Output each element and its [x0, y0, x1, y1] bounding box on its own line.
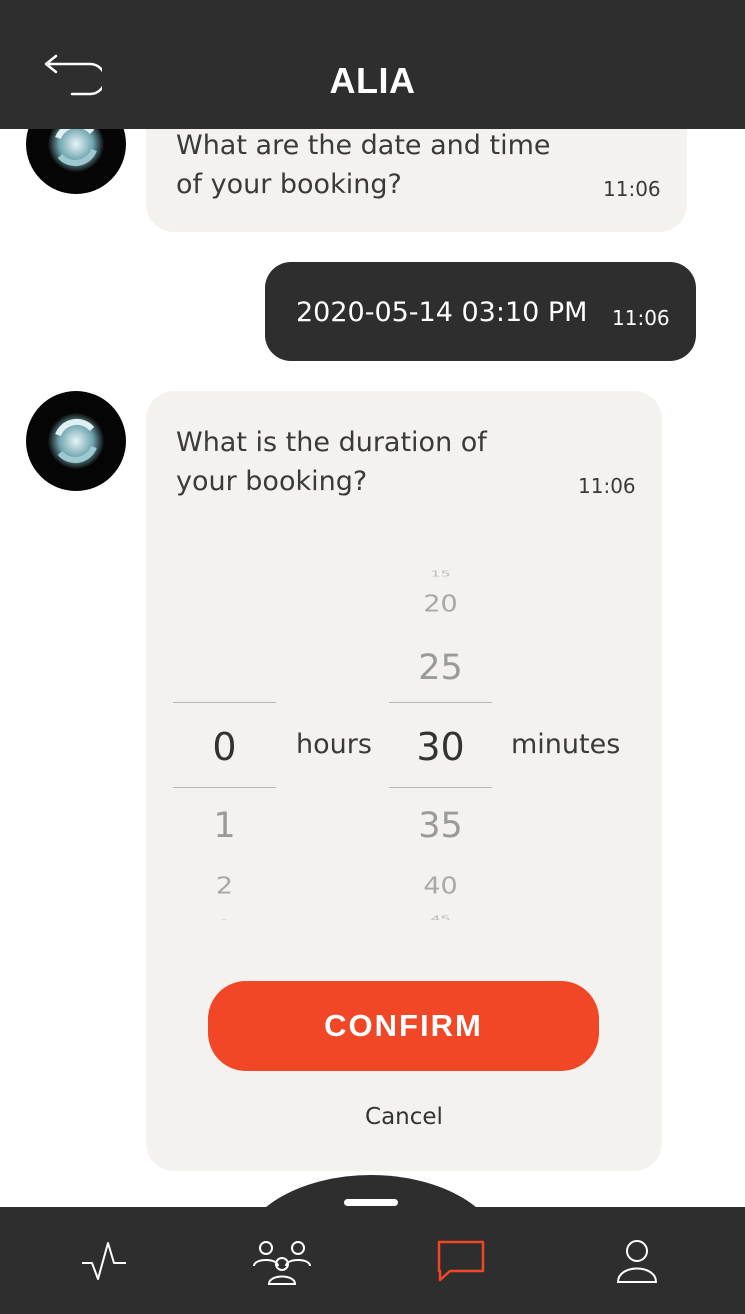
hours-option[interactable]: 2: [173, 873, 276, 899]
picker-selection-line: [389, 787, 492, 788]
bot-avatar: [26, 391, 126, 491]
nav-tab-profile[interactable]: [577, 1207, 697, 1314]
nav-tab-chat[interactable]: [401, 1207, 521, 1314]
activity-icon: [82, 1241, 126, 1280]
picker-selection-line: [389, 702, 492, 703]
picker-selection-line: [173, 787, 276, 788]
message-time: 11:06: [578, 474, 636, 498]
minutes-unit-label: minutes: [511, 729, 621, 760]
bot-logo-icon: [48, 413, 104, 469]
hours-option[interactable]: 1: [173, 806, 276, 846]
minutes-option[interactable]: 20: [389, 591, 492, 617]
minutes-option[interactable]: 45: [389, 914, 492, 920]
message-time: 11:06: [603, 177, 661, 201]
minutes-option-selected[interactable]: 30: [389, 725, 492, 769]
profile-icon: [616, 1239, 658, 1283]
group-icon: [253, 1240, 311, 1285]
drawer-handle-bar[interactable]: [344, 1199, 398, 1206]
minutes-option[interactable]: 15: [389, 569, 492, 579]
minutes-picker[interactable]: 15 20 25 30 35 40 45: [389, 560, 492, 920]
hours-unit-label: hours: [296, 729, 372, 760]
message-text: What are the date and time of your booki…: [176, 130, 551, 200]
message-text: What is the duration of your booking?: [176, 427, 487, 497]
user-message-bubble: 2020-05-14 03:10 PM 11:06: [265, 262, 696, 361]
hours-option[interactable]: 3: [173, 918, 276, 920]
minutes-option[interactable]: 40: [389, 873, 492, 899]
page-title: ALIA: [329, 60, 416, 101]
nav-tab-group[interactable]: [222, 1207, 342, 1314]
nav-tab-activity[interactable]: [44, 1207, 164, 1314]
hours-picker[interactable]: 0 1 2 3: [173, 560, 276, 920]
minutes-option[interactable]: 25: [389, 648, 492, 688]
message-text: 2020-05-14 03:10 PM: [296, 297, 588, 328]
minutes-option[interactable]: 35: [389, 806, 492, 846]
app-header: ALIA: [0, 0, 745, 129]
message-time: 11:06: [612, 306, 670, 330]
chat-icon: [437, 1240, 485, 1281]
cancel-button[interactable]: Cancel: [304, 1104, 504, 1130]
confirm-button[interactable]: CONFIRM: [208, 981, 599, 1071]
bottom-nav-bar: [0, 1207, 745, 1314]
picker-selection-line: [173, 702, 276, 703]
hours-option-selected[interactable]: 0: [173, 725, 276, 769]
